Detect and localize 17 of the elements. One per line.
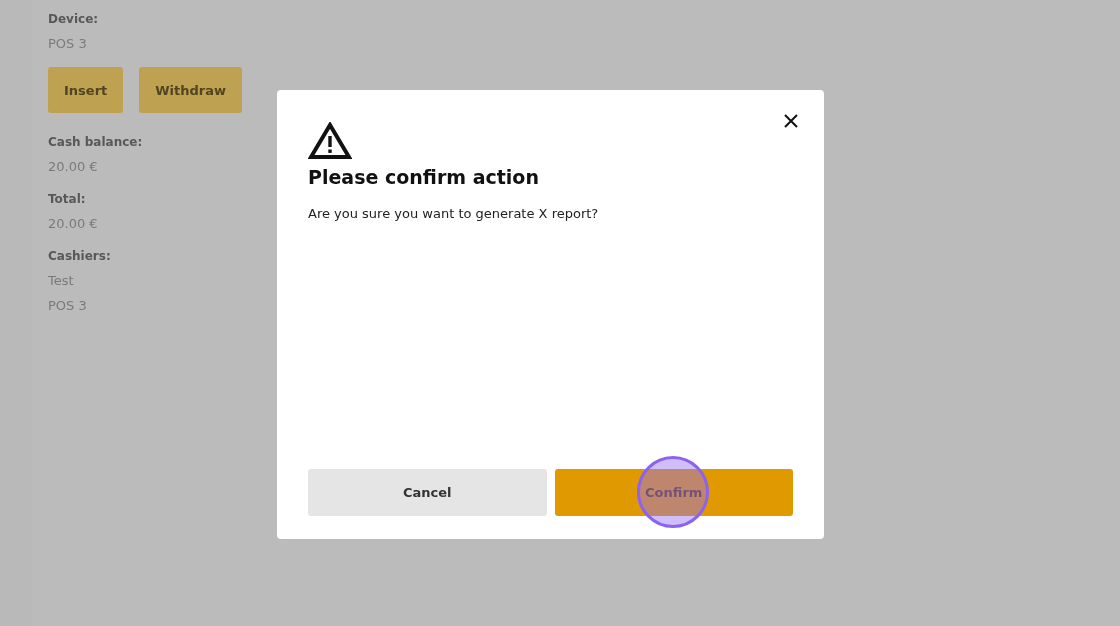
field-value: Test — [48, 273, 74, 288]
field-value: POS 3 — [48, 298, 87, 313]
action-button[interactable]: Withdraw — [139, 67, 243, 113]
field-label: Total: — [48, 192, 86, 206]
field-label: Cash balance: — [48, 135, 143, 149]
field-value: 20.00 € — [48, 159, 98, 174]
cancel-button[interactable]: Cancel — [308, 469, 547, 516]
field-label: Device: — [48, 12, 99, 26]
close-icon[interactable] — [784, 114, 798, 128]
field-label: Cashiers: — [48, 249, 111, 263]
confirm-button[interactable]: Confirm — [554, 469, 793, 516]
field-value: POS 3 — [48, 36, 87, 51]
dialog-message: Are you sure you want to generate X report? — [308, 206, 599, 221]
dialog-title: Please confirm action — [308, 166, 540, 188]
field-value: 20.00 € — [48, 216, 98, 231]
warning-icon — [308, 122, 352, 160]
action-button[interactable]: Insert — [48, 67, 124, 113]
